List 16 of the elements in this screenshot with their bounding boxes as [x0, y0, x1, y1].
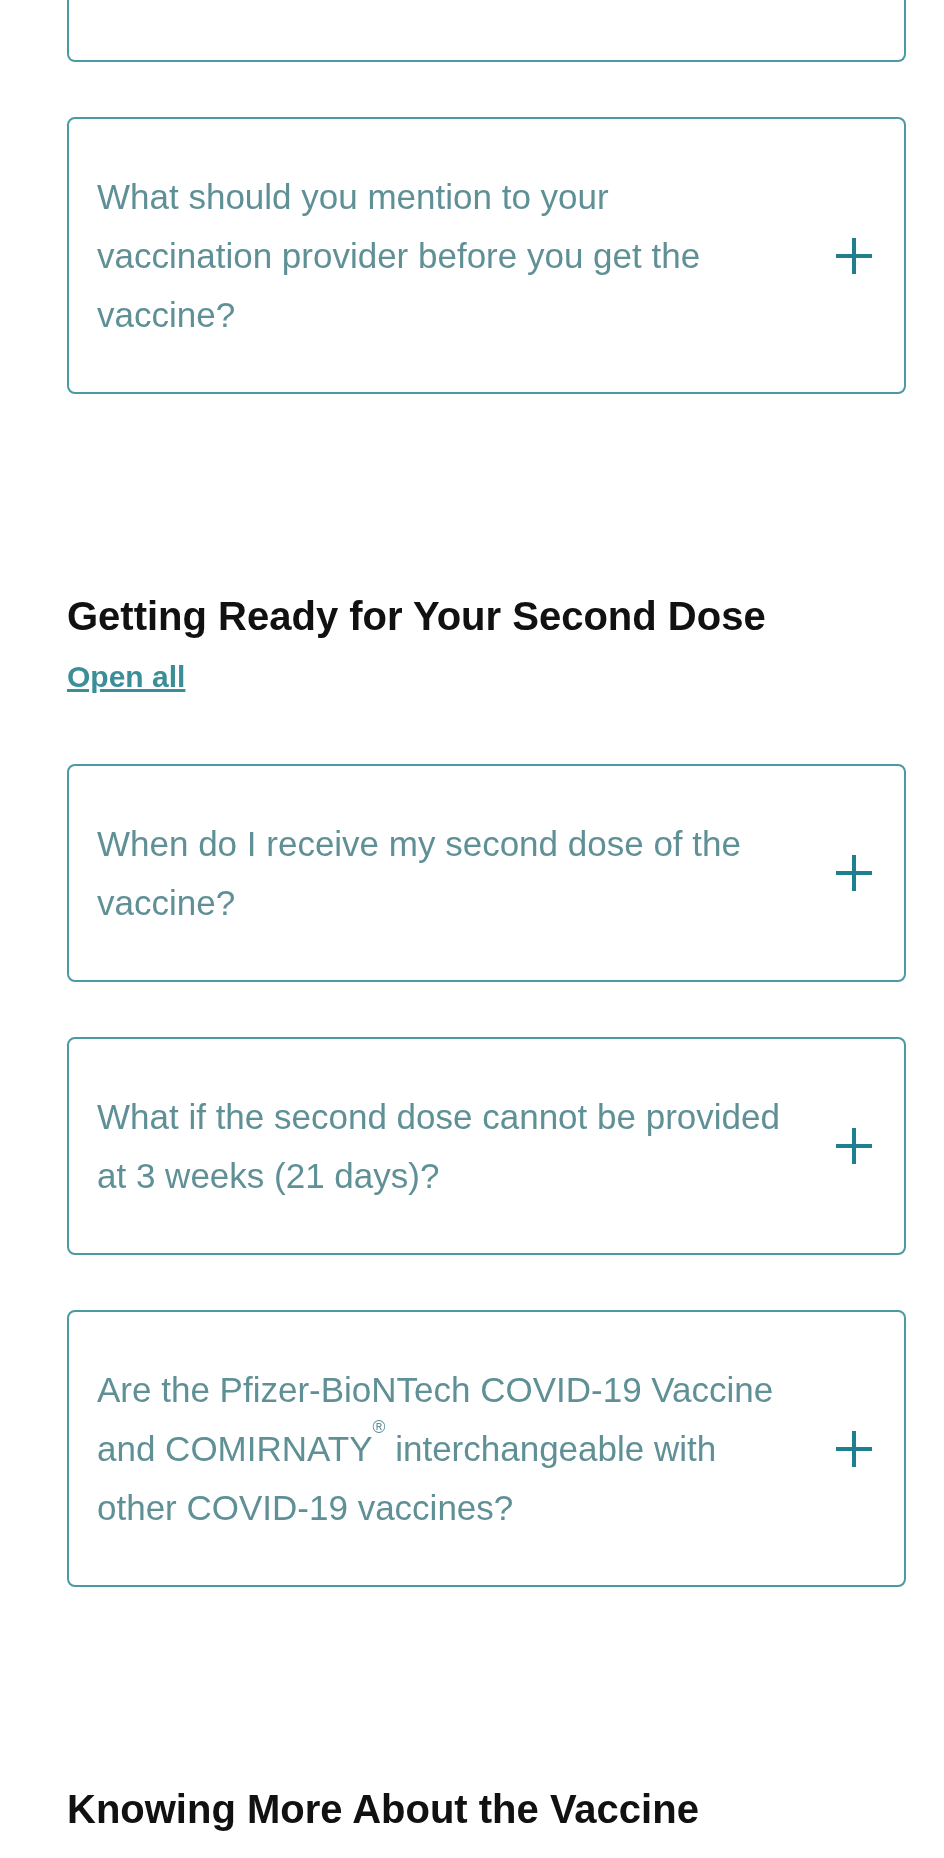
question-text: What if the second dose cannot be provided at 3 weeks (21 days)? [97, 1096, 781, 1197]
accordion-item[interactable]: What if the second dose cannot be provided at 3 weeks (21 days)? [67, 1037, 906, 1255]
accordion-item[interactable]: When do I receive my second dose of the vaccine? [67, 764, 906, 982]
question-text: What should you mention to your vaccination provider before you get the vaccine? [97, 176, 702, 336]
plus-icon[interactable] [834, 1126, 874, 1166]
accordion-item[interactable]: What should you mention to your vaccination provider before you get the vaccine? [67, 117, 906, 394]
plus-icon[interactable] [834, 235, 874, 276]
open-all-link[interactable]: Open all [67, 660, 186, 694]
plus-icon[interactable] [834, 1428, 874, 1469]
plus-icon[interactable] [834, 853, 874, 893]
section-heading: Getting Ready for Your Second Dose [67, 593, 767, 640]
accordion-card[interactable] [67, 0, 906, 62]
section-heading: Knowing More About the Vaccine [67, 1786, 700, 1833]
question-text: When do I receive my second dose of the vaccine? [97, 823, 742, 924]
accordion-item[interactable]: Are the Pfizer-BioNTech COVID-19 Vaccine and COMIRNATY$^{®}$ interchangeable with other COVID-19 vaccines? [67, 1310, 906, 1587]
question-text: Are the Pfizer-BioNTech COVID-19 Vaccine and COMIRNATY$^{®}$ interchangeable with other COVID-19 vaccines? [97, 1369, 775, 1529]
